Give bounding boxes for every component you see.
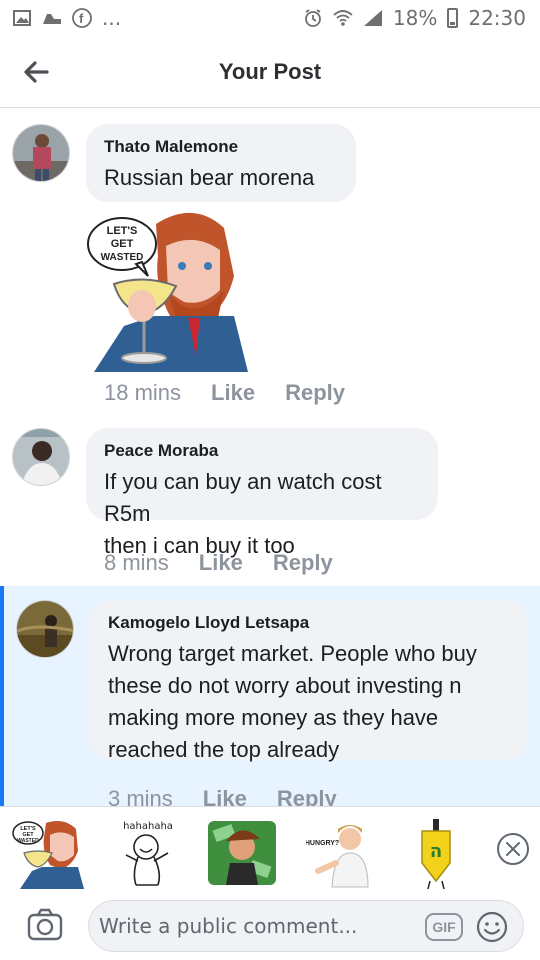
- money-sticker[interactable]: [206, 817, 278, 889]
- gif-button[interactable]: GIF: [425, 913, 463, 941]
- reply-button[interactable]: Reply: [277, 786, 337, 806]
- battery-percent: 18%: [392, 6, 438, 30]
- comment-3: Kamogelo Lloyd Letsapa Wrong target mark…: [0, 586, 540, 806]
- comment-time[interactable]: 18 mins: [104, 380, 181, 406]
- like-button[interactable]: Like: [211, 380, 255, 406]
- close-sticker-tray-button[interactable]: [496, 832, 530, 866]
- arrow-left-icon: [24, 61, 49, 83]
- camera-icon: [27, 908, 63, 941]
- header: Your Post: [0, 36, 540, 108]
- camera-button[interactable]: [26, 906, 64, 944]
- svg-text:f: f: [79, 11, 84, 26]
- signal-icon: [363, 9, 383, 27]
- emoji-button[interactable]: [475, 910, 509, 944]
- comment-text: Russian bear morena: [104, 165, 315, 190]
- dreidel-sticker[interactable]: ה: [400, 817, 472, 890]
- alarm-icon: [303, 9, 323, 27]
- comment-text-line: If you can buy an watch cost R5m: [104, 469, 382, 526]
- status-bar: f ... 18% 22:30: [0, 0, 540, 36]
- smiley-icon: [476, 911, 508, 943]
- svg-text:HUNGRY?: HUNGRY?: [306, 840, 339, 847]
- close-circle-icon: [497, 833, 529, 865]
- svg-text:ה: ה: [430, 841, 442, 862]
- status-right: 18% 22:30: [303, 6, 526, 30]
- sticker-tray: LET'S GET WASTED hahahaha HUNGRY? ה: [0, 806, 540, 892]
- comment-1: Thato Malemone Russian bear morena LET'S…: [0, 110, 540, 410]
- status-left: f ...: [12, 6, 121, 30]
- reply-button[interactable]: Reply: [273, 550, 333, 576]
- comment-bubble[interactable]: Thato Malemone Russian bear morena: [86, 124, 356, 202]
- comment-meta: 8 mins Like Reply: [104, 550, 333, 576]
- wifi-icon: [333, 9, 353, 27]
- comment-text-line: these do not worry about investing n: [108, 673, 462, 698]
- svg-text:WASTED: WASTED: [101, 252, 144, 263]
- svg-text:GET: GET: [111, 238, 134, 250]
- comment-bubble[interactable]: Peace Moraba If you can buy an watch cos…: [86, 428, 438, 558]
- comment-meta: 18 mins Like Reply: [104, 380, 345, 406]
- page-title: Your Post: [218, 58, 322, 84]
- comment-input[interactable]: [99, 909, 419, 943]
- comment-time[interactable]: 8 mins: [104, 550, 169, 576]
- hahahaha-sticker[interactable]: hahahaha: [112, 817, 184, 889]
- comment-author[interactable]: Thato Malemone: [104, 136, 338, 158]
- comment-time[interactable]: 3 mins: [108, 786, 173, 806]
- back-button[interactable]: [18, 54, 54, 90]
- comment-text: If you can buy an watch cost R5m then i …: [104, 466, 420, 562]
- avatar[interactable]: [16, 600, 74, 658]
- comment-composer: GIF: [0, 892, 540, 960]
- clock: 22:30: [468, 6, 526, 30]
- comment-text-line: Wrong target market. People who buy: [108, 641, 477, 666]
- comment-text-line: reached the top already: [108, 737, 340, 762]
- like-button[interactable]: Like: [199, 550, 243, 576]
- avatar[interactable]: [12, 428, 70, 486]
- svg-text:WASTED: WASTED: [17, 838, 39, 844]
- svg-text:LET'S: LET'S: [107, 225, 138, 237]
- comment-text: Wrong target market. People who buy thes…: [108, 638, 510, 766]
- avatar[interactable]: [12, 124, 70, 182]
- comment-bubble[interactable]: Kamogelo Lloyd Letsapa Wrong target mark…: [90, 600, 528, 762]
- svg-text:hahahaha: hahahaha: [123, 821, 173, 832]
- lets-get-wasted-sticker[interactable]: LET'S GET WASTED: [12, 817, 84, 889]
- lets-get-wasted-sticker[interactable]: LET'S GET WASTED: [84, 206, 250, 372]
- comment-meta: 3 mins Like Reply: [108, 786, 337, 806]
- notification-icon: [42, 9, 62, 27]
- comment-input-box: GIF: [88, 900, 524, 952]
- comment-author[interactable]: Kamogelo Lloyd Letsapa: [108, 612, 510, 634]
- comment-text-line: making more money as they have: [108, 705, 439, 730]
- like-button[interactable]: Like: [203, 786, 247, 806]
- comment-author[interactable]: Peace Moraba: [104, 440, 420, 462]
- gallery-icon: [12, 9, 32, 27]
- reply-button[interactable]: Reply: [285, 380, 345, 406]
- facebook-icon: f: [72, 8, 92, 28]
- battery-icon: [447, 8, 459, 28]
- comment-2: Peace Moraba If you can buy an watch cos…: [0, 414, 540, 584]
- more-notifications: ...: [102, 6, 122, 30]
- hungry-sticker[interactable]: HUNGRY?: [305, 817, 378, 889]
